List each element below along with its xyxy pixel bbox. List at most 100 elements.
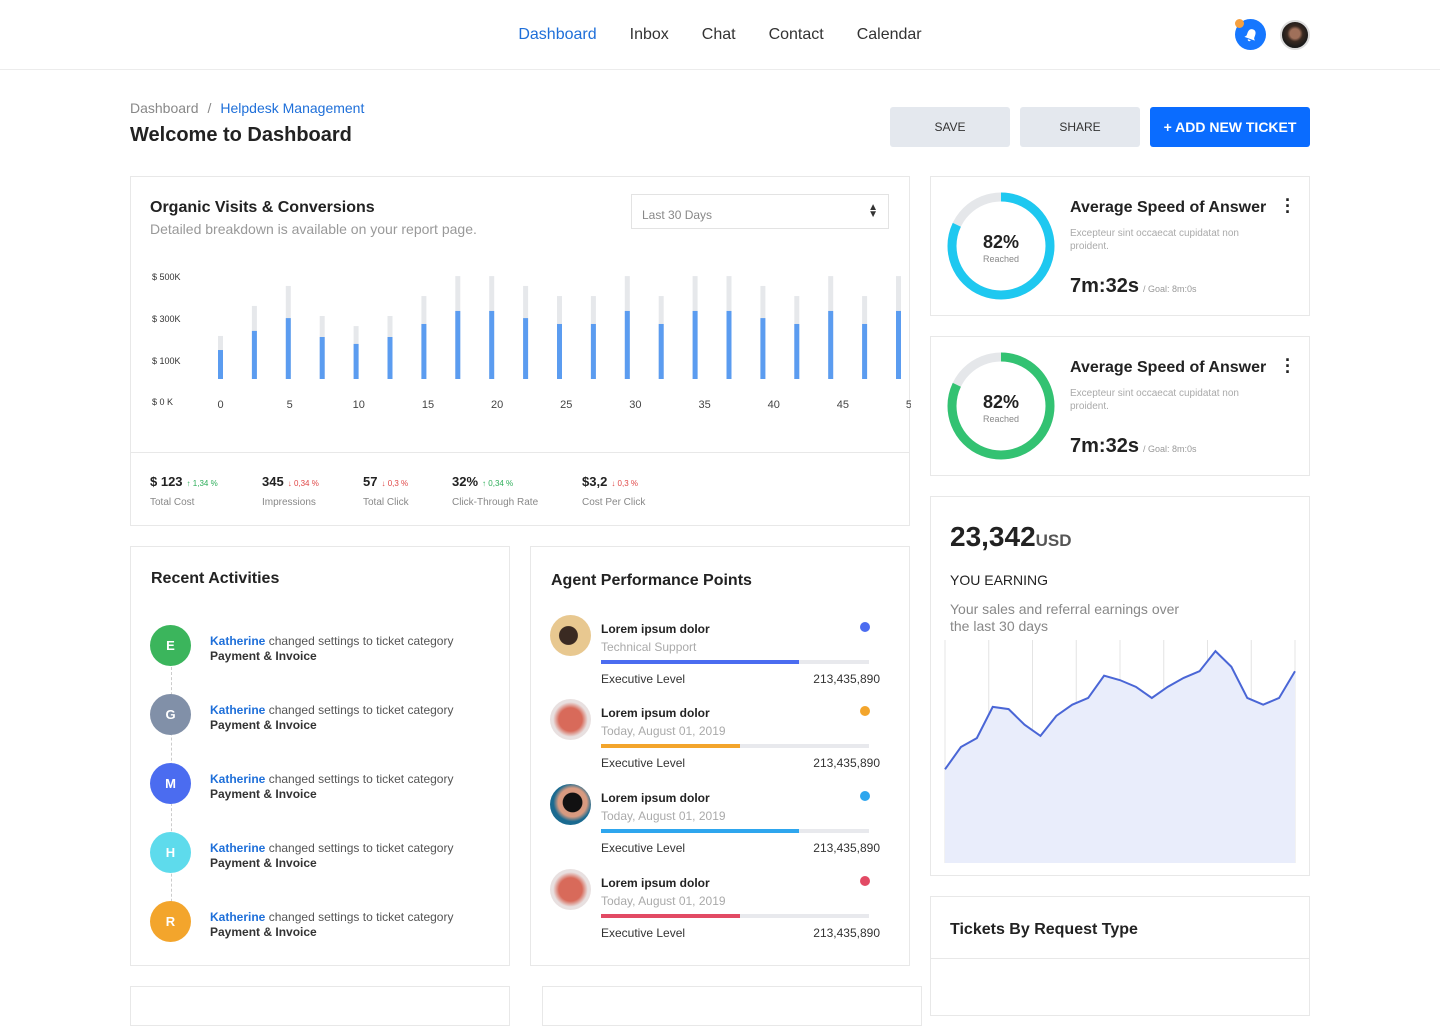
stat-value: 57 <box>363 474 378 489</box>
notification-bell-icon[interactable] <box>1235 19 1266 50</box>
stat-value: 345 <box>262 474 284 489</box>
y-tick-label: $ 100K <box>152 356 181 366</box>
activity-user-link[interactable]: Katherine <box>210 703 265 717</box>
activity-user-link[interactable]: Katherine <box>210 634 265 648</box>
speed-time-value: 7m:32s <box>1070 275 1139 297</box>
stat-label: Total Click <box>363 497 409 508</box>
bar-conversions <box>726 310 732 379</box>
activity-category: Payment & Invoice <box>210 856 317 870</box>
nav-contact[interactable]: Contact <box>769 26 824 44</box>
stat-total-click: 57 ↓ 0,3 % Total Click <box>363 473 409 508</box>
earning-card: 23,342USD YOU EARNING Your sales and ref… <box>930 496 1310 876</box>
y-tick-label: $ 500K <box>152 272 181 282</box>
agent-performance-card: Agent Performance Points Lorem ipsum dol… <box>530 546 910 966</box>
bar-conversions <box>353 343 359 379</box>
bottom-card-left <box>130 986 510 1026</box>
activity-user-link[interactable]: Katherine <box>210 772 265 786</box>
speed-goal: / Goal: 8m:0s <box>1142 444 1197 454</box>
top-icons <box>1235 19 1310 50</box>
speed-title: Average Speed of Answer <box>1070 199 1267 216</box>
x-tick-label: 35 <box>698 399 710 411</box>
activity-item[interactable]: G Katherine changed settings to ticket c… <box>150 694 500 736</box>
activity-avatar: M <box>150 763 191 804</box>
activity-user-link[interactable]: Katherine <box>210 841 265 855</box>
x-tick-label: 0 <box>217 399 223 411</box>
bar-conversions <box>557 323 562 379</box>
x-tick-label: 20 <box>491 399 503 411</box>
activity-avatar: G <box>150 694 191 735</box>
breadcrumb-root[interactable]: Dashboard <box>130 100 199 116</box>
more-options-icon[interactable]: · · · <box>1285 351 1291 381</box>
agent-status-dot <box>860 622 870 632</box>
stat-value: $3,2 <box>582 474 608 489</box>
visits-stats: $ 123 ↑ 1,34 % Total Cost 345 ↓ 0,34 % Imp… <box>131 452 909 526</box>
add-new-ticket-button[interactable]: + ADD NEW TICKET <box>1150 107 1310 147</box>
earning-value: 23,342 <box>950 521 1036 552</box>
bar-conversions <box>455 310 461 379</box>
stat-delta-value: 0,3 % <box>387 479 409 488</box>
nav-inbox[interactable]: Inbox <box>630 26 669 44</box>
user-avatar[interactable] <box>1280 19 1310 50</box>
agent-avatar <box>550 784 591 825</box>
activity-category: Payment & Invoice <box>210 787 317 801</box>
activity-category: Payment & Invoice <box>210 718 317 732</box>
save-button[interactable]: SAVE <box>890 107 1010 147</box>
ring-percent: 82% <box>982 232 1020 252</box>
speed-desc: Excepteur sint occaecat cupidatat non pr… <box>1070 228 1239 252</box>
speed-card-1: 82% Reached Average Speed of Answer · · · … <box>930 176 1310 316</box>
agents-title: Agent Performance Points <box>551 572 752 589</box>
activity-item[interactable]: R Katherine changed settings to ticket c… <box>150 901 500 943</box>
agent-points: 213,435,890 <box>813 926 880 940</box>
bell-glyph-icon <box>1243 28 1256 41</box>
nav-calendar[interactable]: Calendar <box>857 26 922 44</box>
activity-item[interactable]: H Katherine changed settings to ticket c… <box>150 832 500 874</box>
tickets-card: Tickets By Request Type <box>930 896 1310 1016</box>
stat-delta-down: ↓ 0,34 % <box>287 479 319 488</box>
stat-cost-per-click: $3,2 ↓ 0,3 % Cost Per Click <box>582 473 645 508</box>
range-select[interactable]: Last 30 Days ▲ ▼ <box>631 194 889 229</box>
agent-item[interactable]: Lorem ipsum dolor Technical Support Exec… <box>550 615 880 695</box>
stat-label: Total Cost <box>150 497 195 508</box>
select-arrows-icon: ▲ ▼ <box>868 202 878 220</box>
agent-status-dot <box>860 791 870 801</box>
nav-chat[interactable]: Chat <box>702 26 736 44</box>
speed-time: 7m:32s / Goal: 8m:0s <box>1070 275 1196 298</box>
divider <box>931 958 1309 959</box>
y-tick-label: $ 300K <box>152 314 181 324</box>
agent-item[interactable]: Lorem ipsum dolor Today, August 01, 2019… <box>550 784 880 864</box>
more-options-icon[interactable]: · · · <box>1285 191 1291 221</box>
breadcrumb-current[interactable]: Helpdesk Management <box>220 100 364 116</box>
bar-conversions <box>251 330 257 379</box>
agent-status-dot <box>860 706 870 716</box>
agent-progress-track <box>601 829 869 833</box>
agent-item[interactable]: Lorem ipsum dolor Today, August 01, 2019… <box>550 869 880 949</box>
activity-avatar: E <box>150 625 191 666</box>
stat-delta-value: 1,34 % <box>192 479 218 488</box>
agent-meta: Today, August 01, 2019 <box>601 894 726 908</box>
activity-text: Katherine changed settings to ticket cat… <box>210 703 453 733</box>
stat-delta-value: 0,34 % <box>488 479 514 488</box>
share-button[interactable]: SHARE <box>1020 107 1140 147</box>
bar-conversions <box>862 323 868 379</box>
activity-item[interactable]: M Katherine changed settings to ticket c… <box>150 763 500 805</box>
agent-item[interactable]: Lorem ipsum dolor Today, August 01, 2019… <box>550 699 880 779</box>
bottom-card-middle <box>542 986 922 1026</box>
stat-label: Cost Per Click <box>582 497 646 508</box>
activity-item[interactable]: E Katherine changed settings to ticket c… <box>150 625 500 667</box>
bar-conversions <box>760 318 766 379</box>
bar-conversions <box>523 318 529 379</box>
x-tick-label: 25 <box>560 399 572 411</box>
activity-category: Payment & Invoice <box>210 925 317 939</box>
agent-level: Executive Level <box>601 672 686 686</box>
agent-progress-track <box>601 914 869 918</box>
earning-amount: 23,342USD <box>950 521 1072 553</box>
agent-points: 213,435,890 <box>813 756 880 770</box>
activity-category: Payment & Invoice <box>210 649 317 663</box>
bar-conversions <box>319 337 325 379</box>
x-tick-label: 45 <box>837 399 849 411</box>
notification-badge <box>1235 19 1244 28</box>
bar-conversions <box>218 350 223 379</box>
activity-user-link[interactable]: Katherine <box>210 910 265 924</box>
nav-dashboard[interactable]: Dashboard <box>518 26 596 44</box>
x-tick-label: 15 <box>422 399 434 411</box>
